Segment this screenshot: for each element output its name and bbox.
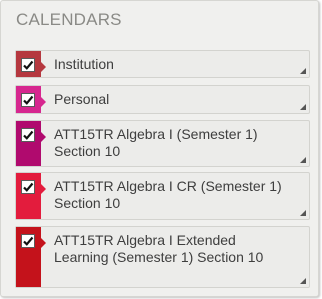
arrow-right-icon [41,62,46,72]
arrow-right-icon [41,238,46,248]
calendar-color-tab [16,86,46,113]
checkmark-icon [23,130,34,140]
checkmark-icon [23,236,34,246]
arrow-right-icon [41,97,46,107]
checkmark-icon [23,95,34,105]
calendar-item-algebra-cr[interactable]: ATT15TR Algebra I CR (Semester 1) Sectio… [15,172,310,220]
panel-title: CALENDARS [16,10,122,29]
calendar-color-tab [16,121,46,166]
calendar-color-tab [16,173,46,219]
calendars-panel: CALENDARS Institution Personal ATT15TR A… [0,0,319,297]
calendar-item-institution[interactable]: Institution [15,50,310,78]
calendar-label: Personal [54,91,110,107]
calendar-checkbox[interactable] [21,234,35,248]
calendar-item-algebra-1[interactable]: ATT15TR Algebra I (Semester 1) Section 1… [15,120,310,167]
resize-grip-icon[interactable] [300,68,306,74]
calendar-label: ATT15TR Algebra I (Semester 1) Section 1… [54,126,258,159]
calendar-checkbox[interactable] [21,93,35,107]
resize-grip-icon[interactable] [300,278,306,284]
checkmark-icon [23,60,34,70]
arrow-right-icon [41,132,46,142]
calendar-color-tab [16,227,46,287]
calendar-checkbox[interactable] [21,180,35,194]
calendar-checkbox[interactable] [21,58,35,72]
checkmark-icon [23,182,34,192]
calendar-color-tab [16,51,46,77]
resize-grip-icon[interactable] [300,104,306,110]
resize-grip-icon[interactable] [300,210,306,216]
arrow-right-icon [41,184,46,194]
resize-grip-icon[interactable] [300,157,306,163]
calendar-label: Institution [54,56,114,72]
calendar-label: ATT15TR Algebra I CR (Semester 1) Sectio… [54,178,282,211]
calendar-item-algebra-extended[interactable]: ATT15TR Algebra I Extended Learning (Sem… [15,226,310,288]
calendar-label: ATT15TR Algebra I Extended Learning (Sem… [54,232,264,265]
calendar-item-personal[interactable]: Personal [15,85,310,114]
calendar-checkbox[interactable] [21,128,35,142]
